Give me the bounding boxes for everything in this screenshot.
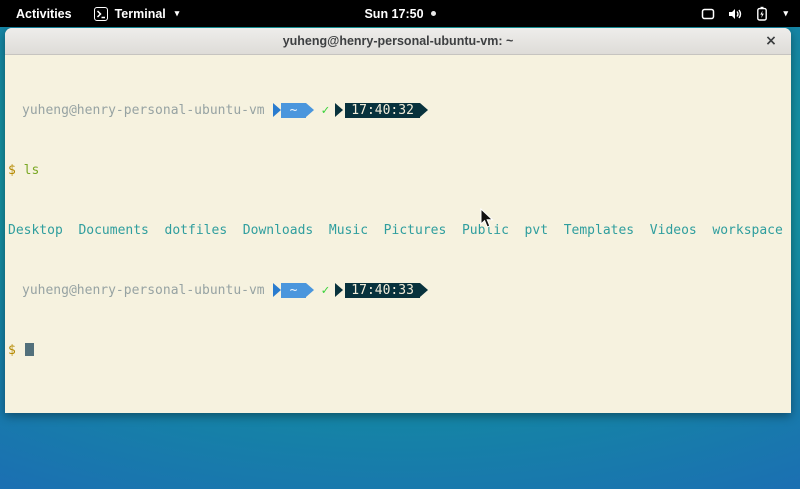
system-status-menu[interactable]: ▾ <box>701 6 788 21</box>
prompt-time-segment: 17:40:33 <box>345 283 420 298</box>
app-menu-terminal[interactable]: Terminal ▾ <box>94 7 180 21</box>
terminal-cursor <box>25 343 34 356</box>
prompt-path-segment: ~ <box>281 283 307 298</box>
clock[interactable]: Sun 17:50 <box>364 7 423 21</box>
terminal-window: yuheng@henry-personal-ubuntu-vm: ~ × yuh… <box>5 28 791 413</box>
powerline-arrow-icon <box>273 283 281 297</box>
powerline-arrow-icon <box>306 283 314 297</box>
app-menu-label: Terminal <box>115 7 166 21</box>
powerline-arrow-icon <box>273 103 281 117</box>
prompt-line: yuheng@henry-personal-ubuntu-vm ~ ✓ 17:4… <box>8 103 788 118</box>
typed-command: ls <box>24 163 40 178</box>
prompt-time-segment: 17:40:32 <box>345 103 420 118</box>
powerline-arrow-icon <box>420 103 428 117</box>
ls-output: Desktop Documents dotfiles Downloads Mus… <box>8 223 788 238</box>
prompt-user-host: yuheng@henry-personal-ubuntu-vm <box>8 103 265 118</box>
chevron-down-icon: ▾ <box>783 9 788 18</box>
window-titlebar[interactable]: yuheng@henry-personal-ubuntu-vm: ~ × <box>5 28 791 55</box>
volume-icon <box>728 7 743 21</box>
powerline-arrow-icon <box>306 103 314 117</box>
powerline-arrow-icon <box>335 103 343 117</box>
close-button[interactable]: × <box>761 31 781 51</box>
notification-dot-icon <box>431 11 436 16</box>
status-check-icon: ✓ <box>321 103 329 118</box>
activities-button[interactable]: Activities <box>12 5 76 23</box>
status-check-icon: ✓ <box>321 283 329 298</box>
prompt-dollar: $ <box>8 163 16 178</box>
terminal-icon <box>94 7 108 21</box>
window-title: yuheng@henry-personal-ubuntu-vm: ~ <box>283 34 514 48</box>
chevron-down-icon: ▾ <box>175 9 180 18</box>
powerline-arrow-icon <box>335 283 343 297</box>
top-bar-left: Activities Terminal ▾ <box>12 5 179 23</box>
prompt-user-host: yuheng@henry-personal-ubuntu-vm <box>8 283 265 298</box>
command-line: $ ls <box>8 163 788 178</box>
terminal-content[interactable]: yuheng@henry-personal-ubuntu-vm ~ ✓ 17:4… <box>5 55 791 412</box>
prompt-path-segment: ~ <box>281 103 307 118</box>
powerline-arrow-icon <box>420 283 428 297</box>
prompt-line: yuheng@henry-personal-ubuntu-vm ~ ✓ 17:4… <box>8 283 788 298</box>
input-line[interactable]: $ <box>8 343 788 358</box>
screen-icon <box>701 7 715 21</box>
prompt-dollar: $ <box>8 343 16 358</box>
battery-charging-icon <box>756 6 768 21</box>
gnome-top-bar: Activities Terminal ▾ Sun 17:50 <box>0 0 800 27</box>
